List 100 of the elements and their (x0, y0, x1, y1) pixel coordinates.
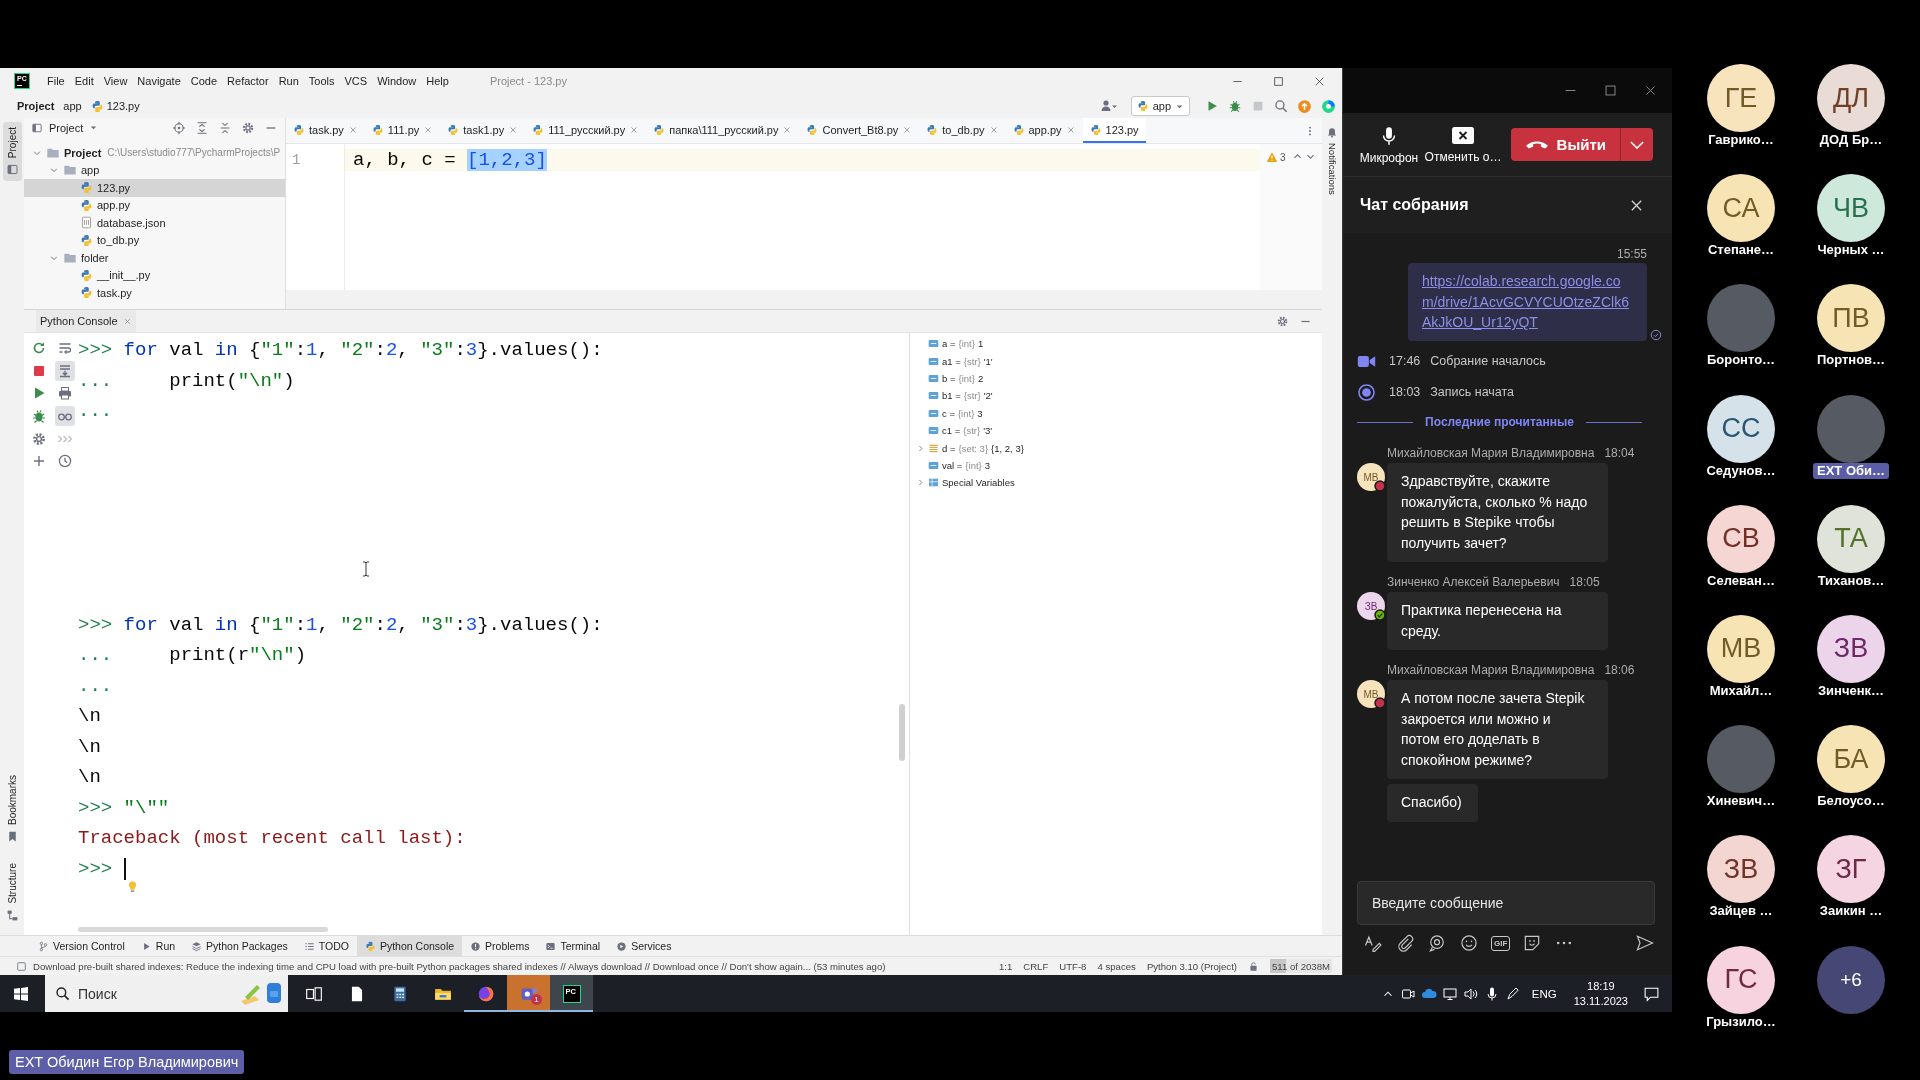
tree-item[interactable]: to_db.py (24, 231, 285, 249)
tool-window-tab[interactable]: Services (608, 936, 680, 956)
status-message[interactable]: Download pre-built shared indexes: Reduce the indexing time and CPU load with pre-built Python packages shared indexes // Always download // Download once // Don't show again... (53 minutes ago) (33, 960, 886, 972)
tool-window-tab[interactable]: Run (132, 936, 184, 956)
tree-item[interactable]: Project C:\Users\studio777\PycharmProjects\P (24, 144, 285, 162)
participant-avatar[interactable]: ЧВ (1817, 174, 1885, 243)
status-bar-item[interactable]: UTF-8 (1059, 960, 1087, 972)
memory-indicator[interactable]: 511 of 2038M (1270, 959, 1332, 973)
editor-tab[interactable]: 111.py (364, 118, 441, 143)
participant-avatar[interactable]: БА (1817, 725, 1885, 794)
tree-item[interactable]: __init__.py (24, 266, 285, 284)
search-icon[interactable] (1274, 99, 1288, 113)
notification-icon[interactable] (1643, 985, 1660, 1002)
tree-item[interactable]: folder (24, 249, 285, 267)
tool-window-tab[interactable]: Python Console (356, 936, 463, 956)
settings-icon[interactable] (1276, 314, 1289, 328)
menu-item[interactable]: Code (185, 75, 223, 87)
tool-window-tab[interactable]: Version Control (30, 936, 133, 956)
menu-item[interactable]: Help (421, 75, 454, 87)
collapse-all-icon[interactable] (218, 120, 232, 135)
lock-icon[interactable] (1248, 960, 1259, 972)
glasses-icon[interactable] (55, 406, 75, 427)
ring-logo-icon[interactable] (1321, 98, 1336, 114)
variable-row[interactable]: val = {int} 3 (910, 456, 991, 475)
participant-avatar[interactable]: СА (1707, 174, 1775, 243)
editor-tab[interactable]: task1.py (440, 118, 526, 143)
participant-avatar[interactable]: ПВ (1817, 284, 1885, 353)
status-bar-item[interactable]: 1:1 (998, 960, 1013, 972)
tool-window-tab[interactable]: Bookmarks (2, 770, 22, 849)
editor-tab[interactable]: папка\111_русский.py (646, 118, 800, 143)
menu-item[interactable]: Navigate (132, 75, 186, 87)
breadcrumb-item[interactable]: Project (17, 100, 55, 112)
maximize-icon[interactable] (1604, 84, 1617, 97)
breadcrumb-item[interactable]: 123.py (90, 99, 140, 113)
tree-item[interactable]: app.py (24, 196, 285, 214)
settings-icon[interactable] (241, 120, 255, 135)
tree-item[interactable]: app (24, 161, 285, 179)
tool-window-tab[interactable]: Problems (462, 936, 538, 956)
scroll-to-end-icon[interactable] (55, 360, 75, 381)
scrollbar-thumb[interactable] (78, 927, 328, 932)
tool-window-tab[interactable]: TODO (295, 936, 357, 956)
participant-avatar[interactable]: ГС (1707, 945, 1775, 1014)
user-caret-icon[interactable] (1099, 98, 1118, 114)
participant-avatar[interactable]: ЗВ (1707, 835, 1775, 904)
monitor-icon[interactable] (1441, 985, 1458, 1002)
menu-item[interactable]: View (98, 75, 133, 87)
status-bar-item[interactable]: 4 spaces (1097, 960, 1136, 972)
bug-icon[interactable] (1228, 99, 1242, 113)
microphone-button[interactable]: Микрофон (1352, 124, 1426, 165)
menu-item[interactable]: File (42, 75, 70, 87)
crosshair-icon[interactable] (172, 120, 186, 135)
more-participants-button[interactable]: +6 (1817, 945, 1885, 1014)
participant-avatar[interactable]: СВ (1707, 504, 1775, 573)
speech-loop-icon[interactable] (1427, 933, 1447, 953)
close-icon[interactable] (1644, 84, 1657, 97)
input-language[interactable]: ENG (1531, 987, 1557, 1000)
message-link[interactable]: https://colab.research.google.com/drive/1AcvGCVYCUOtzeZClk6AkJkOU_Ur12yQT (1422, 271, 1633, 334)
console-tab[interactable]: Python Console (36, 310, 136, 332)
paperclip-icon[interactable] (1395, 933, 1415, 953)
menu-item[interactable]: Run (273, 75, 304, 87)
windows-logo-icon[interactable] (13, 985, 29, 1002)
editor-tab[interactable]: 111_русский.py (525, 118, 647, 143)
tool-window-tab[interactable]: Structure (2, 858, 22, 927)
inspection-widget[interactable]: 3 (1266, 151, 1286, 163)
editor-tab[interactable]: 123.py (1082, 118, 1146, 143)
tool-window-tab[interactable]: Terminal (537, 936, 609, 956)
tool-window-tab[interactable]: Notifications (1326, 126, 1338, 195)
leave-options-button[interactable] (1620, 128, 1653, 161)
participant-avatar[interactable]: СС (1707, 394, 1775, 463)
status-bar-item[interactable]: CRLF (1023, 960, 1049, 972)
menu-item[interactable]: Edit (69, 75, 99, 87)
menu-item[interactable]: VCS (339, 75, 373, 87)
menu-item[interactable]: Tools (303, 75, 340, 87)
search-field[interactable]: Поиск (45, 975, 288, 1012)
close-icon[interactable] (1314, 75, 1325, 87)
event-log-icon[interactable] (16, 960, 27, 972)
panel-title-dropdown[interactable]: Project (49, 121, 99, 134)
breadcrumb-item[interactable]: app (63, 100, 82, 112)
variable-row[interactable]: Special Variables (910, 474, 1015, 492)
tree-item[interactable]: task.py (24, 284, 285, 302)
emoji-icon[interactable] (1459, 933, 1479, 953)
tool-window-tab[interactable]: Project (2, 122, 22, 182)
menu-item[interactable]: Window (372, 75, 422, 87)
gif-button[interactable]: GIF (1491, 935, 1511, 951)
stop-sharing-button[interactable]: Отменить о… (1426, 125, 1500, 164)
expand-all-icon[interactable] (195, 120, 209, 135)
pen-icon[interactable] (1504, 985, 1521, 1002)
maximize-icon[interactable] (1273, 75, 1284, 87)
run-config-dropdown[interactable]: app (1130, 96, 1190, 116)
send-icon[interactable] (1635, 933, 1655, 953)
editor-tab[interactable]: to_db.py (919, 118, 1006, 143)
editor-tab[interactable]: app.py (1005, 118, 1083, 143)
variable-row[interactable]: a1 = {str} '1' (910, 352, 993, 370)
scrollbar-thumb[interactable] (899, 704, 905, 761)
variable-row[interactable]: c = {int} 3 (910, 404, 983, 422)
tool-window-tab[interactable]: Python Packages (183, 936, 296, 956)
tree-item[interactable]: database.json (24, 214, 285, 232)
editor-tab[interactable]: task.py (286, 118, 365, 143)
participant-avatar[interactable]: ГЕ (1707, 64, 1775, 132)
tree-item[interactable]: 123.py (24, 179, 285, 197)
